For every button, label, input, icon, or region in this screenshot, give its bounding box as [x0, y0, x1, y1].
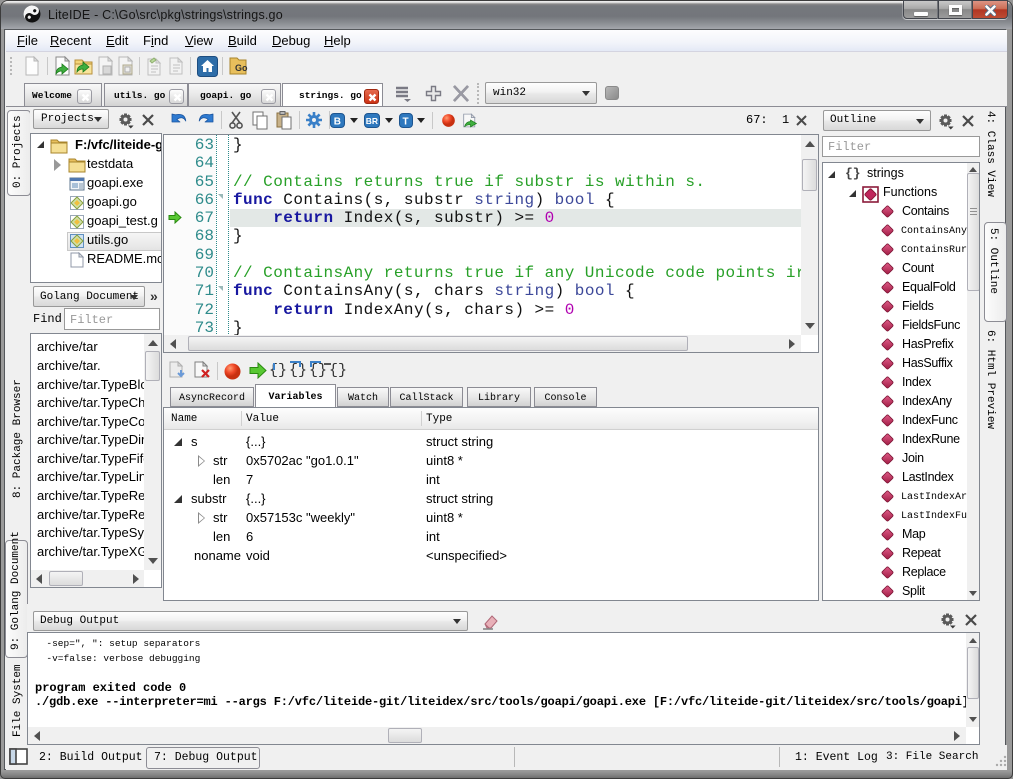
svg-text:BR: BR — [366, 116, 378, 126]
svg-text:B: B — [334, 117, 341, 128]
svg-text:Go: Go — [235, 63, 248, 73]
svg-text:T: T — [403, 117, 409, 128]
